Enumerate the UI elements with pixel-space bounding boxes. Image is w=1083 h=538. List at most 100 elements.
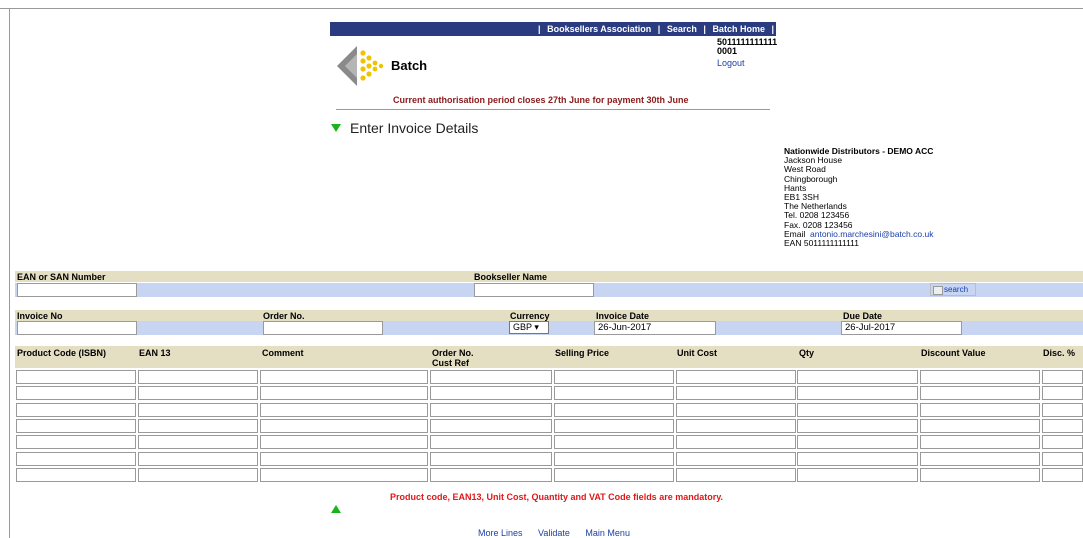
more-lines-link[interactable]: More Lines [478,528,523,538]
line-item-comment-input[interactable] [260,452,428,466]
line-item-discount-value-input[interactable] [920,452,1040,466]
line-item-qty-input[interactable] [797,435,918,449]
logout-link[interactable]: Logout [717,58,745,68]
line-item-selling-price-input[interactable] [554,452,674,466]
line-item-product-code-input[interactable] [16,435,136,449]
invoice-no-input[interactable] [17,321,137,335]
line-item-ean13-input[interactable] [138,452,258,466]
line-item-comment-input[interactable] [260,403,428,417]
line-item-order-cust-ref-input[interactable] [430,435,552,449]
line-item-ean13-input[interactable] [138,419,258,433]
line-item-comment-input[interactable] [260,435,428,449]
order-no-input[interactable] [263,321,383,335]
distributor-address: Nationwide Distributors - DEMO ACC Jacks… [784,146,933,249]
currency-select[interactable]: GBP ▾ [509,321,549,334]
due-date-input[interactable]: 26-Jul-2017 [841,321,962,335]
search-button-label: search [944,285,969,294]
line-item-selling-price-input[interactable] [554,370,674,384]
line-item-discount-value-input[interactable] [920,435,1040,449]
line-item-selling-price-input[interactable] [554,435,674,449]
line-item-order-cust-ref-input[interactable] [430,419,552,433]
distributor-ean: EAN 5011111111111 [784,238,859,249]
line-item-ean13-input[interactable] [138,370,258,384]
search-button[interactable]: search [930,283,976,296]
line-item-ean13-input[interactable] [138,435,258,449]
column-header-qty: Qty [799,348,815,358]
address-line: Chingborough [784,173,838,184]
section-header[interactable]: Enter Invoice Details [331,120,478,136]
line-item-ean13-input[interactable] [138,386,258,400]
line-item-comment-input[interactable] [260,386,428,400]
line-item-comment-input[interactable] [260,468,428,482]
line-item-discount-value-input[interactable] [920,370,1040,384]
invoice-no-label: Invoice No [17,311,63,321]
line-item-disc-percent-input[interactable] [1042,435,1083,449]
expand-arrow-icon[interactable] [331,505,341,513]
line-item-disc-percent-input[interactable] [1042,452,1083,466]
invoice-date-input[interactable]: 26-Jun-2017 [594,321,716,335]
ean-san-label: EAN or SAN Number [17,272,106,282]
line-item-ean13-input[interactable] [138,468,258,482]
line-item-unit-cost-input[interactable] [676,435,796,449]
line-item-qty-input[interactable] [797,452,918,466]
top-nav: | Booksellers Association | Search | Bat… [330,22,776,36]
account-number: 5011111111111 0001 [717,38,777,56]
main-menu-link[interactable]: Main Menu [585,528,630,538]
line-item-disc-percent-input[interactable] [1042,370,1083,384]
bookseller-name-label: Bookseller Name [474,272,548,282]
collapse-arrow-icon[interactable] [331,124,341,132]
line-item-product-code-input[interactable] [16,386,136,400]
line-item-selling-price-input[interactable] [554,386,674,400]
header-divider [336,109,770,110]
line-item-unit-cost-input[interactable] [676,419,796,433]
nav-separator: | [538,24,541,34]
line-item-product-code-input[interactable] [16,452,136,466]
line-item-order-cust-ref-input[interactable] [430,370,552,384]
line-item-unit-cost-input[interactable] [676,370,796,384]
due-date-label: Due Date [843,311,883,321]
line-item-qty-input[interactable] [797,386,918,400]
line-item-discount-value-input[interactable] [920,403,1040,417]
nav-link-batch-home[interactable]: Batch Home [710,24,767,34]
line-item-unit-cost-input[interactable] [676,468,796,482]
line-item-qty-input[interactable] [797,403,918,417]
line-item-ean13-input[interactable] [138,403,258,417]
line-item-product-code-input[interactable] [16,370,136,384]
line-item-disc-percent-input[interactable] [1042,468,1083,482]
line-item-order-cust-ref-input[interactable] [430,468,552,482]
line-item-qty-input[interactable] [797,468,918,482]
field-label-band [15,271,1083,282]
line-item-unit-cost-input[interactable] [676,452,796,466]
line-item-order-cust-ref-input[interactable] [430,386,552,400]
line-item-selling-price-input[interactable] [554,419,674,433]
line-item-order-cust-ref-input[interactable] [430,403,552,417]
line-item-disc-percent-input[interactable] [1042,403,1083,417]
column-header-selling-price: Selling Price [555,348,610,358]
bookseller-name-input[interactable] [474,283,594,297]
line-item-unit-cost-input[interactable] [676,386,796,400]
line-item-disc-percent-input[interactable] [1042,386,1083,400]
line-item-comment-input[interactable] [260,370,428,384]
line-item-order-cust-ref-input[interactable] [430,452,552,466]
line-item-product-code-input[interactable] [16,419,136,433]
line-item-comment-input[interactable] [260,419,428,433]
line-item-product-code-input[interactable] [16,468,136,482]
column-header-product-code: Product Code (ISBN) [17,348,106,358]
line-item-qty-input[interactable] [797,419,918,433]
line-item-qty-input[interactable] [797,370,918,384]
nav-link-booksellers-association[interactable]: Booksellers Association [545,24,653,34]
line-item-selling-price-input[interactable] [554,403,674,417]
ean-san-input[interactable] [17,283,137,297]
line-item-discount-value-input[interactable] [920,419,1040,433]
line-item-selling-price-input[interactable] [554,468,674,482]
line-item-unit-cost-input[interactable] [676,403,796,417]
nav-link-search[interactable]: Search [665,24,699,34]
brand-name: Batch [391,58,428,73]
line-item-discount-value-input[interactable] [920,386,1040,400]
validate-link[interactable]: Validate [538,528,570,538]
batch-logo-icon [337,46,384,86]
currency-label: Currency [510,311,550,321]
line-item-disc-percent-input[interactable] [1042,419,1083,433]
line-item-product-code-input[interactable] [16,403,136,417]
line-item-discount-value-input[interactable] [920,468,1040,482]
